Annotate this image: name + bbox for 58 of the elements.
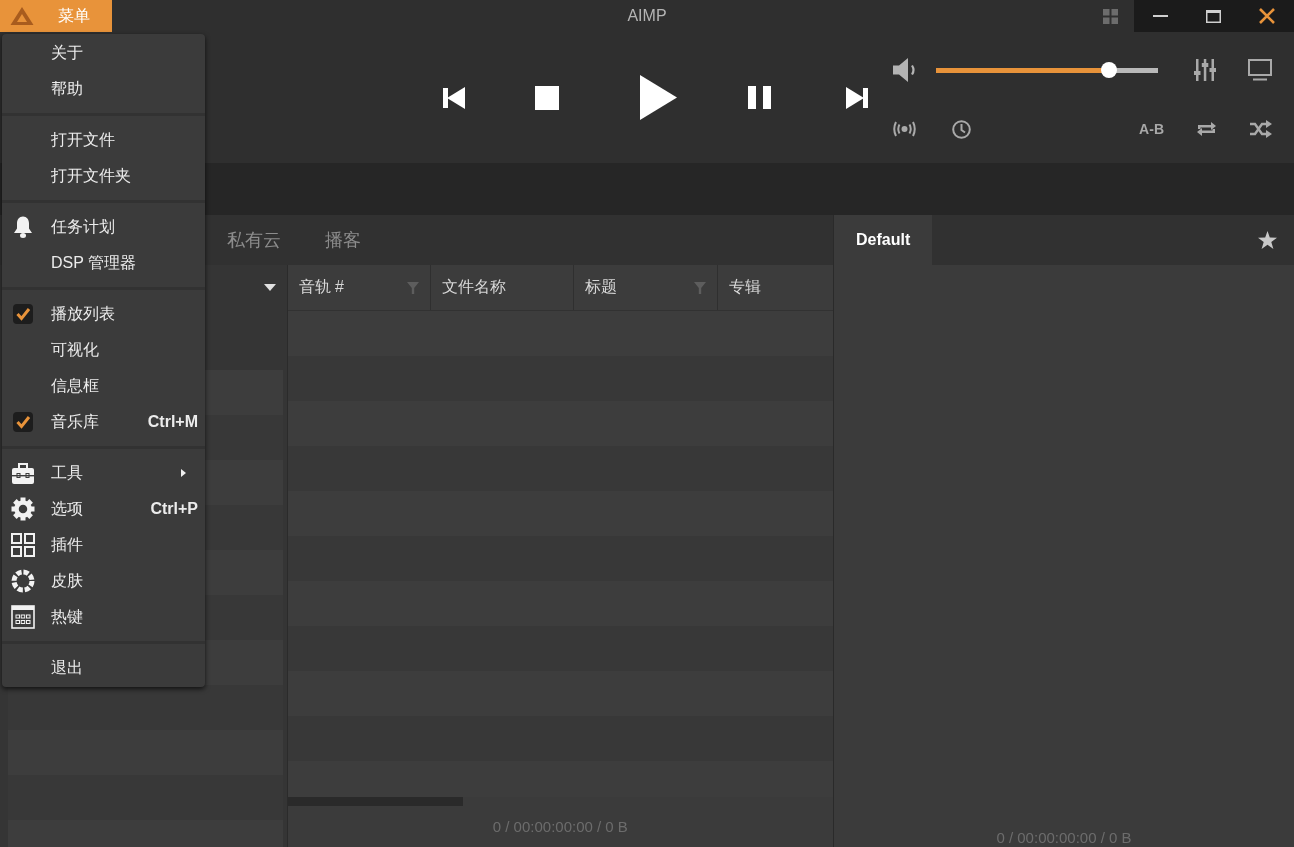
menu-item[interactable]: 打开文件夹: [2, 158, 205, 194]
menu-item[interactable]: 关于: [2, 35, 205, 71]
keyboard-icon: [11, 605, 35, 629]
broadcast-button[interactable]: [891, 119, 918, 139]
toolbox-icon: [11, 461, 35, 485]
dropdown-arrow-icon: [263, 284, 276, 291]
visualization-button[interactable]: [1246, 57, 1274, 83]
menu-item[interactable]: 音乐库 Ctrl+M: [2, 404, 205, 440]
settings-icon: [11, 497, 35, 521]
maximize-icon: [1206, 9, 1221, 23]
speaker-icon: [893, 58, 918, 82]
volume-slider[interactable]: [936, 62, 1158, 78]
menu-item[interactable]: 热键: [2, 599, 205, 635]
menu-item[interactable]: 播放列表: [2, 296, 205, 332]
menu-item[interactable]: 皮肤: [2, 563, 205, 599]
ring-icon: [11, 569, 35, 593]
menu-item[interactable]: 帮助: [2, 71, 205, 107]
menu-item[interactable]: 插件: [2, 527, 205, 563]
previous-icon: [443, 86, 465, 109]
star-icon: [1258, 231, 1277, 249]
logo-icon: [10, 6, 34, 26]
tab[interactable]: 私有云: [205, 215, 303, 265]
menu-item[interactable]: 退出: [2, 650, 205, 686]
shuffle-button[interactable]: [1248, 118, 1274, 140]
play-icon: [640, 75, 677, 120]
timer-button[interactable]: [950, 117, 973, 141]
menu-item[interactable]: 选项 Ctrl+P: [2, 491, 205, 527]
window-title: AIMP: [627, 7, 667, 25]
shuffle-icon: [1250, 120, 1272, 138]
layout-button[interactable]: [1101, 6, 1120, 26]
close-icon: [1259, 8, 1275, 24]
grid-icon: [11, 533, 35, 557]
shortcut-text: Ctrl+M: [147, 413, 199, 431]
pause-icon: [748, 86, 771, 109]
favorite-button[interactable]: [1256, 229, 1279, 251]
broadcast-icon: [893, 121, 916, 137]
menu-item[interactable]: 工具: [2, 455, 205, 491]
menu-item[interactable]: 可视化: [2, 332, 205, 368]
slider-thumb[interactable]: [1101, 62, 1118, 78]
monitor-icon: [1248, 59, 1272, 81]
close-button[interactable]: [1240, 0, 1294, 32]
menu-item[interactable]: 任务计划: [2, 209, 205, 245]
menu-item[interactable]: DSP 管理器: [2, 245, 205, 281]
minimize-icon: [1153, 15, 1168, 17]
repeat-icon: [1196, 120, 1217, 138]
menu-item[interactable]: 信息框: [2, 368, 205, 404]
next-icon: [846, 86, 868, 109]
bell-icon: [11, 215, 35, 239]
equalizer-icon: [1194, 59, 1216, 81]
equalizer-button[interactable]: [1192, 57, 1218, 83]
tab[interactable]: 播客: [303, 215, 383, 265]
grid-icon: [1103, 8, 1118, 24]
stop-icon: [535, 85, 559, 110]
clock-icon: [952, 119, 971, 139]
ab-repeat-button[interactable]: A-B: [1137, 117, 1166, 141]
shortcut-text: Ctrl+P: [150, 500, 199, 518]
menu-item[interactable]: 打开文件: [2, 122, 205, 158]
playlist-tab[interactable]: Default: [834, 215, 933, 265]
